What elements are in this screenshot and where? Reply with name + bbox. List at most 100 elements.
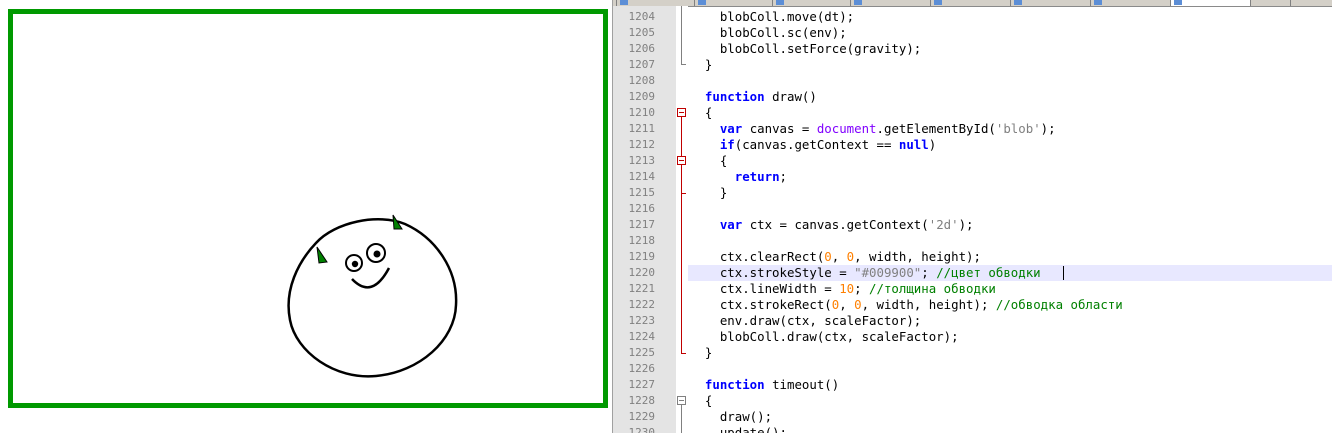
code-line[interactable]: 1227 function timeout() [613,377,1332,393]
code-line[interactable]: 1219 ctx.clearRect(0, 0, width, height); [613,249,1332,265]
code-token: ; [921,265,937,280]
code-token: document [816,121,877,136]
code-token: , width, height); [861,297,996,312]
line-number: 1230 [628,426,656,433]
code-token: ); [1040,121,1056,136]
line-number: 1211 [628,122,656,135]
file-icon [698,0,706,5]
code-line[interactable]: 1207 } [613,57,1332,73]
blob-pupil-left [351,260,359,268]
code-text: } [690,345,712,361]
code-token: (canvas.getContext == [734,137,899,152]
code-editor[interactable]: 1204 blobColl.move(dt); 1205 blobColl.sc(… [612,0,1332,433]
fold-toggle-icon[interactable] [677,396,686,405]
editor-tab[interactable] [850,0,930,6]
code-line[interactable]: 1215 } [613,185,1332,201]
blob-pupil-right [373,250,381,258]
fold-toggle-icon[interactable] [677,156,686,165]
editor-tab[interactable] [930,0,1010,6]
code-line[interactable]: 1225 } [613,345,1332,361]
code-token: return [734,169,780,184]
code-line[interactable]: 1221 ctx.lineWidth = 10; //толщина обвод… [613,281,1332,297]
code-text: } [690,185,727,201]
code-token: } [690,185,728,200]
line-number: 1213 [628,154,656,167]
blob-drawing [287,214,458,378]
code-line[interactable]: 1223 env.draw(ctx, scaleFactor); [613,313,1332,329]
code-text: ctx.strokeStyle = "#009900"; //цвет обво… [690,265,1041,281]
editor-tab[interactable] [1290,0,1332,6]
fold-end-marker [681,64,686,65]
editor-tab-bar [613,0,1332,7]
code-token: //толщина обводки [869,281,996,296]
code-line[interactable]: 1222 ctx.strokeRect(0, 0, width, height)… [613,297,1332,313]
editor-tab-active[interactable] [1170,0,1250,6]
code-line[interactable]: 1228 { [613,393,1332,409]
code-token: ; [779,169,787,184]
code-token: function [704,377,765,392]
code-line[interactable]: 1213 { [613,153,1332,169]
code-text: function draw() [690,89,817,105]
code-token: blobColl.sc(env); [690,25,847,40]
file-icon [854,0,862,5]
code-line[interactable]: 1230 update(); [613,425,1332,433]
code-line[interactable]: 1212 if(canvas.getContext == null) [613,137,1332,153]
line-number: 1221 [628,282,656,295]
code-token: "#009900" [854,265,922,280]
code-text: blobColl.draw(ctx, scaleFactor); [690,329,959,345]
code-token: 10 [839,281,855,296]
code-token: timeout() [764,377,840,392]
code-line[interactable]: 1218 [613,233,1332,249]
code-line[interactable]: 1217 var ctx = canvas.getContext('2d'); [613,217,1332,233]
code-line[interactable]: 1205 blobColl.sc(env); [613,25,1332,41]
line-number: 1223 [628,314,656,327]
code-text: { [690,393,712,409]
line-number: 1229 [628,410,656,423]
code-text: ctx.clearRect(0, 0, width, height); [690,249,981,265]
code-text: { [690,153,727,169]
file-icon [934,0,942,5]
code-line[interactable]: 1226 [613,361,1332,377]
code-token: { [690,105,713,120]
code-text: if(canvas.getContext == null) [690,137,936,153]
code-token: 0 [824,249,832,264]
line-number: 1208 [628,74,656,87]
code-line[interactable]: 1209 function draw() [613,89,1332,105]
editor-tab[interactable] [1090,0,1170,6]
code-token: draw(); [690,409,773,424]
line-number: 1222 [628,298,656,311]
fold-toggle-icon[interactable] [677,108,686,117]
code-text: { [690,105,712,121]
code-line[interactable]: 1206 blobColl.setForce(gravity); [613,41,1332,57]
code-line[interactable]: 1211 var canvas = document.getElementByI… [613,121,1332,137]
code-line[interactable]: 1204 blobColl.move(dt); [613,9,1332,25]
code-line[interactable]: 1220 ctx.strokeStyle = "#009900"; //цвет… [629,265,1332,281]
editor-tab[interactable] [694,0,772,6]
code-token: function [704,89,765,104]
line-number: 1216 [628,202,656,215]
code-line[interactable]: 1224 blobColl.draw(ctx, scaleFactor); [613,329,1332,345]
line-number: 1219 [628,250,656,263]
line-number: 1220 [628,266,656,279]
editor-tab[interactable] [1010,0,1090,6]
line-number: 1206 [628,42,656,55]
code-token: { [690,393,713,408]
code-token: blobColl.draw(ctx, scaleFactor); [690,329,959,344]
editor-tab[interactable] [1250,0,1290,6]
code-text: draw(); [690,409,772,425]
code-token: .getElementById( [876,121,996,136]
code-token: null [898,137,929,152]
code-line[interactable]: 1208 [613,73,1332,89]
code-text: blobColl.sc(env); [690,25,847,41]
code-line[interactable]: 1216 [613,201,1332,217]
canvas-pane [0,0,612,433]
line-number: 1212 [628,138,656,151]
code-line[interactable]: 1210 { [613,105,1332,121]
line-number: 1227 [628,378,656,391]
code-line[interactable]: 1229 draw(); [613,409,1332,425]
editor-tab[interactable] [772,0,850,6]
code-line[interactable]: 1214 return; [613,169,1332,185]
